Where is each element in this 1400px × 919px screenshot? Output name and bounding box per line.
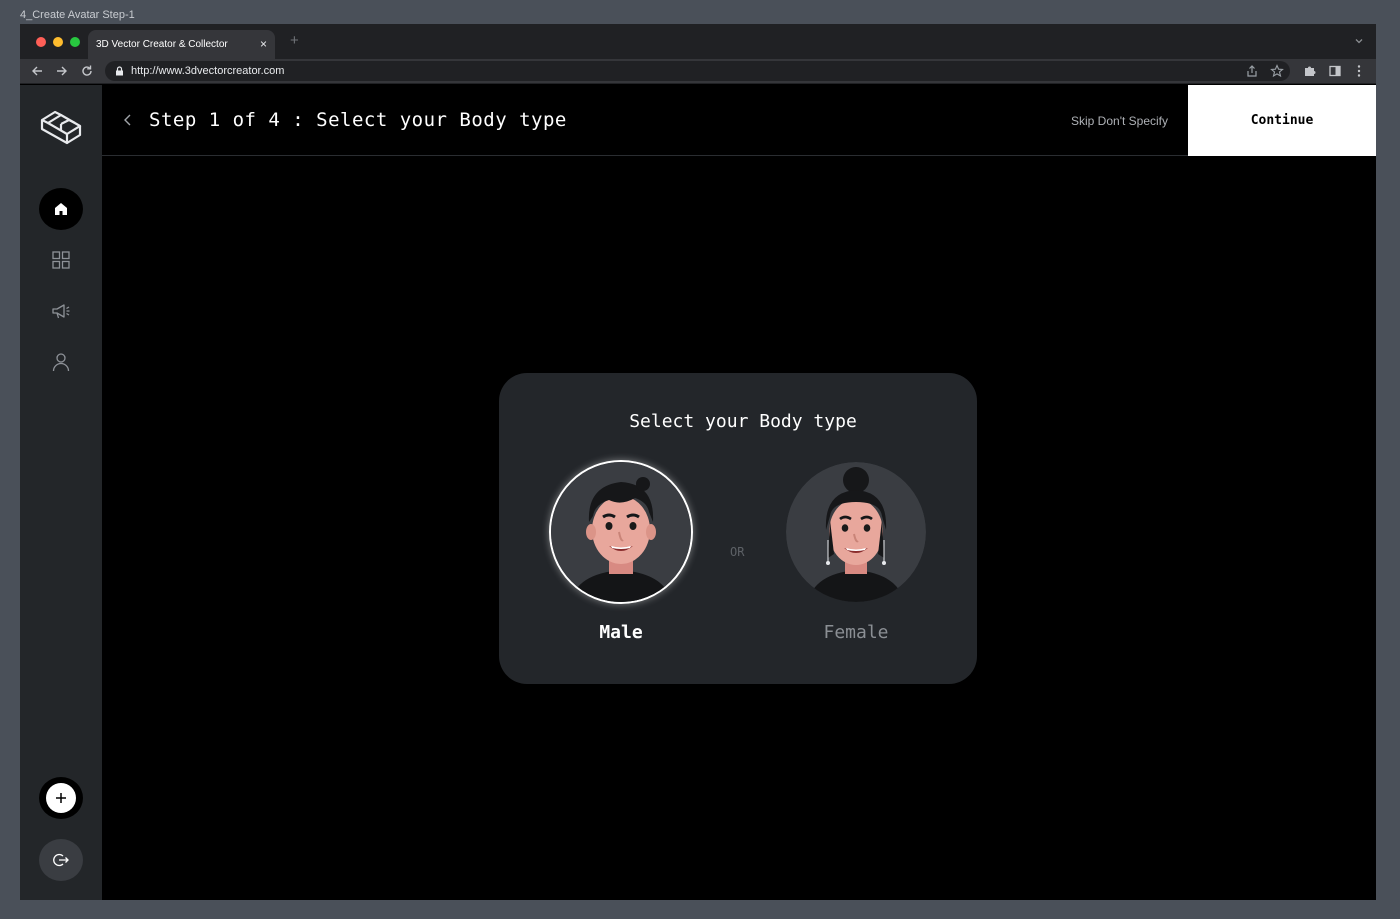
home-icon <box>55 203 67 215</box>
browser-toolbar: http://www.3dvectorcreator.com <box>20 59 1376 84</box>
male-avatar-image <box>551 462 691 602</box>
browser-tab[interactable]: 3D Vector Creator & Collector × <box>88 30 275 59</box>
page-title: Step 1 of 4 : Select your Body type <box>149 109 567 131</box>
extensions-puzzle-icon[interactable] <box>1303 64 1317 78</box>
url-text: http://www.3dvectorcreator.com <box>131 65 285 77</box>
lock-icon <box>116 66 123 76</box>
plus-icon <box>56 793 66 803</box>
add-button-circle <box>46 783 76 813</box>
female-option-label[interactable]: Female <box>784 622 928 643</box>
female-avatar-option[interactable] <box>784 460 928 604</box>
logout-button[interactable] <box>39 839 83 881</box>
minimize-window-button[interactable] <box>53 37 63 47</box>
skip-link[interactable]: Skip Don't Specify <box>1071 114 1168 128</box>
male-avatar-option[interactable] <box>549 460 693 604</box>
add-button[interactable] <box>39 777 83 819</box>
window-controls <box>36 37 80 47</box>
forward-arrow-icon[interactable] <box>55 64 69 78</box>
kebab-menu-icon[interactable] <box>1352 64 1366 78</box>
browser-tab-bar: 3D Vector Creator & Collector × + <box>20 24 1376 59</box>
reload-icon[interactable] <box>80 64 94 78</box>
address-bar[interactable]: http://www.3dvectorcreator.com <box>105 61 1290 81</box>
bookmark-star-icon[interactable] <box>1270 64 1284 78</box>
sidepanel-icon[interactable] <box>1328 64 1342 78</box>
maximize-window-button[interactable] <box>70 37 80 47</box>
male-option-label[interactable]: Male <box>549 622 693 643</box>
continue-button[interactable]: Continue <box>1188 85 1376 156</box>
sidebar <box>20 85 102 900</box>
sidebar-item-home[interactable] <box>39 188 83 230</box>
sidebar-item-announcements[interactable] <box>39 290 83 332</box>
new-tab-button[interactable]: + <box>290 33 299 49</box>
back-arrow-icon[interactable] <box>30 64 44 78</box>
close-window-button[interactable] <box>36 37 46 47</box>
chevron-down-icon[interactable] <box>1354 36 1364 46</box>
sidebar-item-dashboard[interactable] <box>39 239 83 281</box>
tab-close-icon[interactable]: × <box>260 37 267 51</box>
card-title: Select your Body type <box>629 411 857 432</box>
logo-icon[interactable] <box>39 104 83 146</box>
or-separator: OR <box>730 545 745 559</box>
frame-title: 4_Create Avatar Step-1 <box>20 9 135 21</box>
tab-title: 3D Vector Creator & Collector <box>96 39 228 50</box>
sidebar-item-profile[interactable] <box>39 341 83 383</box>
grid-icon <box>52 251 70 269</box>
logout-icon <box>53 853 69 867</box>
body-type-card: Select your Body type OR Male Female <box>499 373 977 684</box>
megaphone-icon <box>52 304 70 319</box>
browser-window: 3D Vector Creator & Collector × + http:/… <box>20 24 1376 900</box>
back-chevron-icon[interactable] <box>122 113 134 127</box>
female-avatar-image <box>786 462 926 602</box>
share-icon[interactable] <box>1245 64 1259 78</box>
user-icon <box>52 353 70 372</box>
page-header: Step 1 of 4 : Select your Body type Skip… <box>102 85 1376 156</box>
